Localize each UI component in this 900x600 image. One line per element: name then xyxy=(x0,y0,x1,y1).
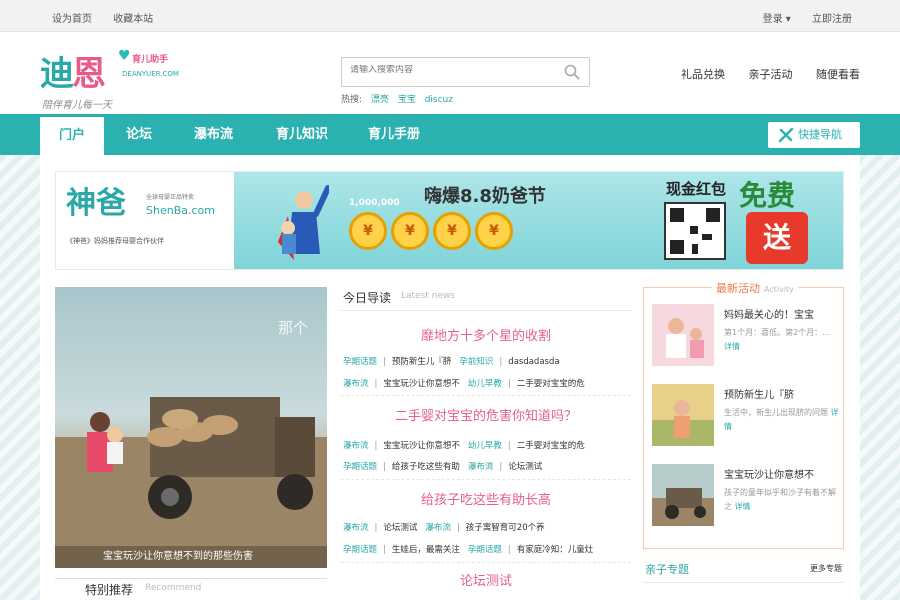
activity-item[interactable]: 妈妈最关心的！宝宝 第1个月：喜低。第2个月：... 详情 xyxy=(652,304,838,370)
photo-overlay-text: 那个 xyxy=(278,319,309,337)
news-row: 孕期话题 | 预防新生儿『脐 孕前知识 | dasdadasda xyxy=(343,357,560,367)
news-row: 瀑布流 | 宝宝玩沙让你意想不 幼儿早教 | 二手婴对宝宝的危 xyxy=(343,441,585,451)
hot-search: 热搜: 漂亮 宝宝 discuz xyxy=(341,95,453,105)
activity-item-desc: 孩子的童年似乎和沙子有着不解之 详情 xyxy=(724,488,836,511)
news-row: 孕期话题 | 生娃后，最需关注 孕期话题 | 有家庭冷知：儿童灶 xyxy=(343,545,594,555)
latest-activity-box: 最新活动 Activity 妈妈最关心的！宝宝 第1个月：喜低。第2个月：... … xyxy=(643,280,844,549)
topic-more-link[interactable]: 更多专题 xyxy=(810,563,842,574)
coin-icon: ¥ xyxy=(475,212,513,250)
top-bar: 设为首页 收藏本站 登录 ▾ 立即注册 xyxy=(0,0,900,32)
nav-item-handbook[interactable]: 育儿手册 xyxy=(368,114,420,155)
activity-more-link[interactable]: 详情 xyxy=(735,502,751,511)
logo-slogan: 陪伴育儿每一天 xyxy=(42,100,112,111)
photo-caption[interactable]: 宝宝玩沙让你意想不到的那些伤害 xyxy=(55,546,327,568)
today-guide: 今日导读 Latest news 靡地方十多个星的收割 孕期话题 | 预防新生儿『脐… xyxy=(341,287,631,600)
activity-more-link[interactable]: 详情 xyxy=(724,342,740,351)
header-links: 礼品兑换 亲子活动 随便看看 xyxy=(661,66,860,82)
login-link[interactable]: 登录 ▾ xyxy=(763,14,791,25)
section-title: 今日导读 xyxy=(343,291,392,305)
header-link-activities[interactable]: 亲子活动 xyxy=(749,68,793,81)
activity-item-desc: 第1个月：喜低。第2个月：... 详情 xyxy=(724,328,830,351)
nav-item-forum[interactable]: 论坛 xyxy=(126,114,152,155)
news-headline[interactable]: 给孩子吃这些有助长高 xyxy=(341,489,631,508)
news-row: 瀑布流 | 论坛测试 瀑布流 | 孩子寓智育可20个养 xyxy=(343,523,545,533)
section-header: 今日导读 Latest news xyxy=(341,287,631,311)
activity-item[interactable]: 预防新生儿『脐 生活中，新生儿出现脐的问题 详情 xyxy=(652,384,839,450)
activity-thumbnail xyxy=(652,384,714,446)
send-label: 送 xyxy=(746,212,808,264)
news-headline[interactable]: 论坛测试 xyxy=(341,570,631,589)
search-input[interactable] xyxy=(350,65,550,75)
banner-promo: 嗨爆8.8奶爸节 ¥ ¥ ¥ ¥ 1,000,000 现金红包 免费 送 xyxy=(234,172,843,269)
activity-thumbnail xyxy=(652,304,714,366)
topic-header: 亲子专题 更多专题 xyxy=(643,555,844,583)
hot-term[interactable]: discuz xyxy=(425,95,453,105)
logo-text: 迪恩 xyxy=(40,54,106,94)
free-label: 免费 xyxy=(739,179,796,212)
news-row: 孕期话题 | 给孩子吃这些有助 瀑布流 | 论坛测试 xyxy=(343,462,543,472)
divider xyxy=(341,562,631,563)
superhero-dad-image xyxy=(278,185,329,260)
activity-thumbnail xyxy=(652,464,714,526)
news-row: 瀑布流 | 宝宝玩沙让你意想不 幼儿早教 | 二手婴对宝宝的危 xyxy=(343,379,585,389)
logo-tag: 育儿助手 xyxy=(132,55,169,65)
nav-item-knowledge[interactable]: 育儿知识 xyxy=(276,114,328,155)
qr-code-icon xyxy=(664,202,726,260)
brand-en: ShenBa.com xyxy=(146,204,215,217)
brand-footnote: 《神爸》妈妈推荐母婴合作伙伴 xyxy=(66,237,164,245)
activity-column: 最新活动 Activity 妈妈最关心的！宝宝 第1个月：喜低。第2个月：... … xyxy=(643,280,844,600)
hot-term[interactable]: 漂亮 xyxy=(371,95,389,105)
special-recommend-header: 特别推荐 Recommend xyxy=(55,578,327,600)
side-pattern xyxy=(0,155,40,600)
heart-icon: ♥ xyxy=(118,48,131,64)
search-icon[interactable] xyxy=(563,63,581,81)
header-link-gifts[interactable]: 礼品兑换 xyxy=(681,68,725,81)
search-box xyxy=(341,57,590,87)
register-link[interactable]: 立即注册 xyxy=(812,14,852,25)
activity-title: 最新活动 Activity xyxy=(712,280,798,296)
main-nav: 门户 论坛 瀑布流 育儿知识 育儿手册 快捷导航 xyxy=(0,114,900,155)
set-home-link[interactable]: 设为首页 xyxy=(52,14,92,25)
coin-icon: ¥ xyxy=(349,212,387,250)
header-link-browse[interactable]: 随便看看 xyxy=(816,68,860,81)
activity-item-title[interactable]: 预防新生儿『脐 xyxy=(724,386,794,401)
divider xyxy=(341,479,631,480)
ad-banner[interactable]: 神爸 全球母婴正品特卖 ShenBa.com 《神爸》妈妈推荐母婴合作伙伴 嗨爆… xyxy=(55,171,844,270)
topic-title: 亲子专题 xyxy=(645,563,689,576)
hot-term[interactable]: 宝宝 xyxy=(398,95,416,105)
activity-item-desc: 生活中，新生儿出现脐的问题 详情 xyxy=(724,408,839,431)
promo-title: 嗨爆8.8奶爸节 xyxy=(424,186,546,207)
divider xyxy=(341,395,631,396)
banner-brand: 神爸 全球母婴正品特卖 ShenBa.com 《神爸》妈妈推荐母婴合作伙伴 xyxy=(56,172,234,269)
site-header: 迪恩 ♥ 育儿助手 DEANYUER.COM 陪伴育儿每一天 热搜: 漂亮 宝宝… xyxy=(0,32,900,114)
side-pattern xyxy=(860,155,900,600)
quick-nav-icon xyxy=(778,127,794,143)
news-headline[interactable]: 二手婴对宝宝的危害你知道吗？ xyxy=(341,405,631,424)
quick-nav-button[interactable]: 快捷导航 xyxy=(768,122,860,148)
feature-photo[interactable]: 那个 宝宝玩沙让你意想不到的那些伤害 xyxy=(55,287,327,568)
cash-label: 现金红包 xyxy=(666,180,727,198)
logo-domain: DEANYUER.COM xyxy=(122,70,179,78)
site-logo[interactable]: 迪恩 ♥ 育儿助手 DEANYUER.COM 陪伴育儿每一天 xyxy=(40,46,200,111)
activity-item[interactable]: 宝宝玩沙让你意想不 孩子的童年似乎和沙子有着不解之 详情 xyxy=(652,464,838,530)
brand-sub: 全球母婴正品特卖 xyxy=(146,194,195,201)
promo-amount: ¥ ¥ ¥ ¥ 1,000,000 xyxy=(349,198,517,250)
coin-icon: ¥ xyxy=(433,212,471,250)
section-title-en: Latest news xyxy=(401,291,455,301)
activity-item-title[interactable]: 宝宝玩沙让你意想不 xyxy=(724,466,814,481)
amount-text: 1,000,000 xyxy=(349,198,400,208)
news-headline[interactable]: 靡地方十多个星的收割 xyxy=(341,325,631,344)
coin-icon: ¥ xyxy=(391,212,429,250)
special-title: 特别推荐 xyxy=(85,583,134,597)
activity-item-title[interactable]: 妈妈最关心的！宝宝 xyxy=(724,306,814,321)
special-title-en: Recommend xyxy=(145,583,202,593)
brand-logo: 神爸 xyxy=(66,186,126,221)
nav-item-waterfall[interactable]: 瀑布流 xyxy=(194,114,233,155)
nav-item-portal[interactable]: 门户 xyxy=(40,114,104,155)
bookmark-link[interactable]: 收藏本站 xyxy=(113,14,153,25)
